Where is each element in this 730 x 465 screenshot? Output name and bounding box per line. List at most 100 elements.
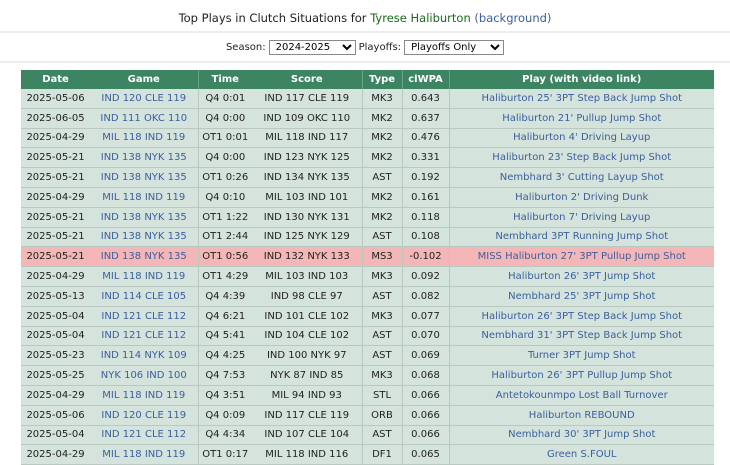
cell-play[interactable]: Haliburton 7' Driving Layup xyxy=(448,207,714,228)
column-header-play[interactable]: Play (with video link) xyxy=(448,70,714,89)
cell-time: OT1 2:44 xyxy=(197,227,252,248)
cell-date: 2025-05-21 xyxy=(21,246,90,268)
table-row: 2025-05-21 IND 138 NYK 135 OT1 0:26 IND 134… xyxy=(21,167,714,188)
cell-date: 2025-05-21 xyxy=(21,167,90,188)
cell-clwpa: 0.192 xyxy=(401,167,449,188)
cell-clwpa: 0.331 xyxy=(401,147,449,169)
background-link[interactable]: background xyxy=(479,11,547,25)
cell-game[interactable]: MIL 118 IND 119 xyxy=(90,385,198,406)
cell-game[interactable]: IND 121 CLE 112 xyxy=(90,425,198,446)
column-header-date[interactable]: Date xyxy=(21,70,90,89)
season-select[interactable]: 2024-2025 xyxy=(268,39,356,55)
cell-time: Q4 4:39 xyxy=(197,286,252,307)
cell-score: MIL 103 IND 103 xyxy=(252,266,362,287)
cell-play[interactable]: Haliburton 26' 3PT Jump Shot xyxy=(448,266,714,287)
cell-game[interactable]: IND 121 CLE 112 xyxy=(90,326,198,347)
cell-clwpa: -0.102 xyxy=(401,246,449,268)
cell-play[interactable]: Nembhard 25' 3PT Jump Shot xyxy=(448,286,714,307)
cell-game[interactable]: IND 120 CLE 119 xyxy=(90,89,198,109)
table-row: 2025-04-29 MIL 118 IND 119 Q4 3:51 MIL 94 I… xyxy=(21,385,714,406)
cell-game[interactable]: IND 120 CLE 119 xyxy=(90,405,198,426)
cell-game[interactable]: IND 138 NYK 135 xyxy=(90,227,198,248)
cell-game[interactable]: MIL 118 IND 119 xyxy=(90,128,198,149)
cell-time: Q4 4:25 xyxy=(197,345,252,367)
cell-play[interactable]: Haliburton 25' 3PT Step Back Jump Shot xyxy=(448,89,714,109)
playoffs-select[interactable]: Playoffs Only xyxy=(404,39,505,55)
cell-game[interactable]: IND 138 NYK 135 xyxy=(90,167,198,188)
cell-date: 2025-04-29 xyxy=(21,128,90,149)
cell-type: MK2 xyxy=(361,147,402,169)
cell-play[interactable]: Antetokounmpo Lost Ball Turnover xyxy=(448,385,714,406)
cell-game[interactable]: MIL 118 IND 119 xyxy=(90,444,198,465)
cell-play[interactable]: Haliburton 26' 3PT Step Back Jump Shot xyxy=(448,306,714,327)
cell-date: 2025-05-04 xyxy=(21,306,90,327)
cell-type: MK3 xyxy=(361,266,402,287)
cell-date: 2025-05-06 xyxy=(21,89,90,109)
cell-type: AST xyxy=(361,227,402,248)
cell-play[interactable]: Turner 3PT Jump Shot xyxy=(448,345,714,367)
cell-type: MK2 xyxy=(361,187,402,208)
cell-type: DF1 xyxy=(361,444,402,465)
cell-date: 2025-04-29 xyxy=(21,444,90,465)
cell-score: MIL 103 IND 101 xyxy=(252,187,362,208)
cell-play[interactable]: Haliburton 21' Pullup Jump Shot xyxy=(448,108,714,129)
column-header-type[interactable]: Type xyxy=(361,70,402,89)
cell-play[interactable]: Haliburton 26' 3PT Pullup Jump Shot xyxy=(448,365,714,386)
cell-type: MK3 xyxy=(361,365,402,386)
cell-score: IND 125 NYK 129 xyxy=(252,227,362,248)
cell-game[interactable]: IND 114 CLE 105 xyxy=(90,286,198,307)
table-row: 2025-05-21 IND 138 NYK 135 OT1 1:22 IND 130… xyxy=(21,207,714,228)
cell-game[interactable]: IND 138 NYK 135 xyxy=(90,147,198,169)
cell-type: ORB xyxy=(361,405,402,426)
cell-type: MK3 xyxy=(361,306,402,327)
cell-game[interactable]: IND 138 NYK 135 xyxy=(90,246,198,268)
cell-type: AST xyxy=(361,326,402,347)
background-link-wrap: (background) xyxy=(474,11,551,25)
cell-score: IND 101 CLE 102 xyxy=(252,306,362,327)
cell-date: 2025-05-23 xyxy=(21,345,90,367)
cell-date: 2025-05-21 xyxy=(21,147,90,169)
cell-game[interactable]: MIL 118 IND 119 xyxy=(90,266,198,287)
cell-play[interactable]: Green S.FOUL xyxy=(448,444,714,465)
cell-score: IND 98 CLE 97 xyxy=(252,286,362,307)
cell-play[interactable]: Nembhard 3PT Running Jump Shot xyxy=(448,227,714,248)
table-row: 2025-05-06 IND 120 CLE 119 Q4 0:01 IND 117 … xyxy=(21,89,714,109)
table-row: 2025-04-29 MIL 118 IND 119 OT1 4:29 MIL 103… xyxy=(21,266,714,287)
season-label: Season: xyxy=(225,41,266,53)
cell-game[interactable]: MIL 118 IND 119 xyxy=(90,187,198,208)
cell-game[interactable]: NYK 106 IND 100 xyxy=(90,365,198,386)
cell-play[interactable]: Haliburton 23' Step Back Jump Shot xyxy=(448,147,714,169)
cell-score: IND 107 CLE 104 xyxy=(252,425,362,446)
cell-type: MS3 xyxy=(361,246,402,268)
cell-type: MK2 xyxy=(361,128,402,149)
cell-game[interactable]: IND 138 NYK 135 xyxy=(90,207,198,228)
cell-time: Q4 0:10 xyxy=(197,187,252,208)
cell-game[interactable]: IND 114 NYK 109 xyxy=(90,345,198,367)
cell-play[interactable]: Haliburton 2' Driving Dunk xyxy=(448,187,714,208)
table-row: 2025-05-13 IND 114 CLE 105 Q4 4:39 IND 98 C… xyxy=(21,286,714,307)
cell-play[interactable]: Nembhard 30' 3PT Jump Shot xyxy=(448,425,714,446)
cell-play[interactable]: Nembhard 3' Cutting Layup Shot xyxy=(448,167,714,188)
cell-game[interactable]: IND 111 OKC 110 xyxy=(90,108,198,129)
cell-date: 2025-04-29 xyxy=(21,266,90,287)
table-row: 2025-04-29 MIL 118 IND 119 Q4 0:10 MIL 103 … xyxy=(21,187,714,208)
player-name: Tyrese Haliburton xyxy=(370,11,471,25)
cell-score: IND 123 NYK 125 xyxy=(252,147,362,169)
column-header-clwpa[interactable]: clWPA xyxy=(401,70,449,89)
cell-play[interactable]: Haliburton 4' Driving Layup xyxy=(448,128,714,149)
cell-game[interactable]: IND 121 CLE 112 xyxy=(90,306,198,327)
cell-date: 2025-05-21 xyxy=(21,227,90,248)
column-header-time[interactable]: Time xyxy=(197,70,252,89)
cell-play[interactable]: Nembhard 31' 3PT Step Back Jump Shot xyxy=(448,326,714,347)
cell-score: IND 117 CLE 119 xyxy=(252,89,362,109)
column-header-game[interactable]: Game xyxy=(90,70,198,89)
cell-clwpa: 0.118 xyxy=(401,207,449,228)
cell-date: 2025-05-13 xyxy=(21,286,90,307)
cell-play[interactable]: MISS Haliburton 27' 3PT Pullup Jump Shot xyxy=(448,246,714,268)
cell-play[interactable]: Haliburton REBOUND xyxy=(448,405,714,426)
cell-date: 2025-04-29 xyxy=(21,385,90,406)
table-row: 2025-05-25 NYK 106 IND 100 Q4 7:53 NYK 87 I… xyxy=(21,365,714,386)
table-row: 2025-04-29 MIL 118 IND 119 OT1 0:01 MIL 118… xyxy=(21,128,714,149)
column-header-score[interactable]: Score xyxy=(252,70,362,89)
cell-clwpa: 0.108 xyxy=(401,227,449,248)
